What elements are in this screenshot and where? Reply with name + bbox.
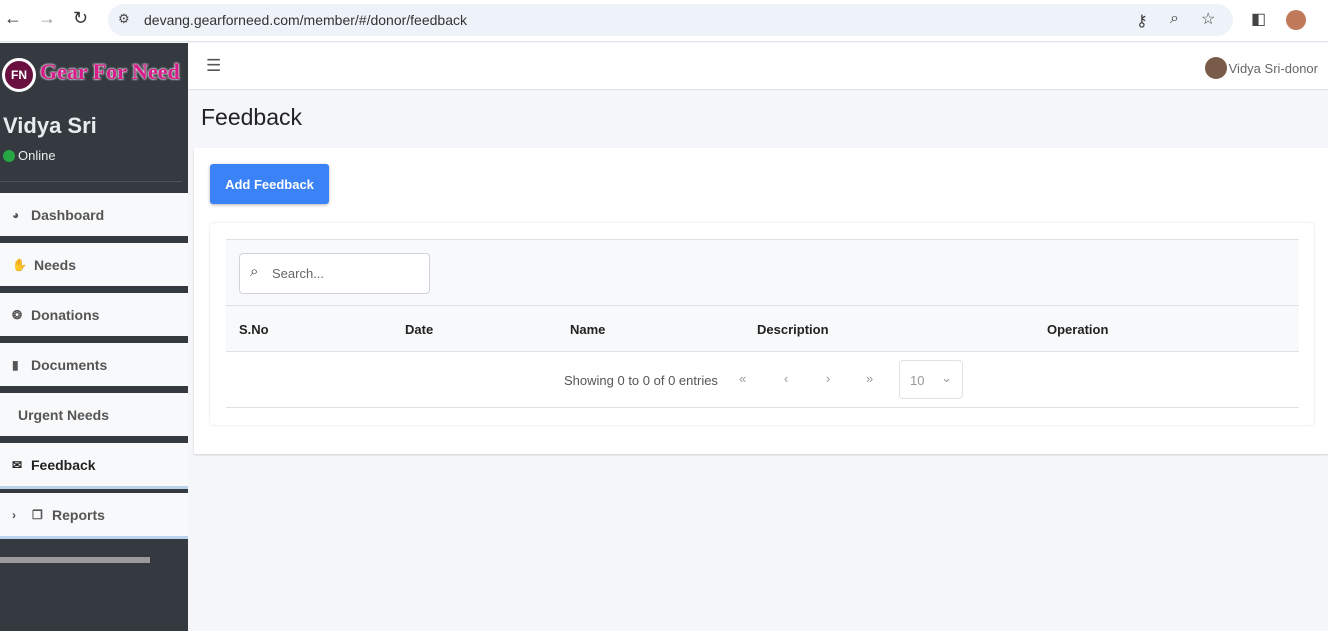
prev-page-icon[interactable]: ‹ bbox=[784, 371, 788, 386]
feedback-card: Add Feedback ⌕ Search... S.No Date Name … bbox=[194, 148, 1328, 454]
top-navbar: ☰ Vidya Sri-donor bbox=[188, 43, 1328, 90]
last-page-icon[interactable]: » bbox=[866, 371, 873, 386]
sidebar-item-documents[interactable]: ▮ Documents bbox=[0, 343, 188, 389]
user-menu[interactable]: Vidya Sri-donor bbox=[1204, 57, 1318, 79]
side-panel-icon[interactable]: ◧ bbox=[1251, 9, 1266, 29]
sidebar-item-dashboard[interactable]: ◕ Dashboard bbox=[0, 193, 188, 239]
column-header[interactable]: Description bbox=[757, 322, 829, 337]
sidebar-item-label: Urgent Needs bbox=[18, 406, 110, 423]
column-header[interactable]: Name bbox=[570, 322, 605, 337]
sidebar-item-label: Needs bbox=[34, 256, 77, 273]
sidebar-item-feedback[interactable]: ✉ Feedback bbox=[0, 443, 188, 489]
first-page-icon[interactable]: « bbox=[739, 371, 746, 386]
pie-chart-icon: ◕ bbox=[12, 207, 20, 222]
copy-icon: ❐ bbox=[32, 507, 43, 522]
add-feedback-button[interactable]: Add Feedback bbox=[210, 164, 329, 204]
column-header[interactable]: Operation bbox=[1047, 322, 1108, 337]
reload-icon[interactable]: ↻ bbox=[73, 8, 88, 29]
online-dot-icon bbox=[3, 150, 15, 162]
sidebar-item-reports[interactable]: › ❐ Reports bbox=[0, 493, 188, 539]
page-size-select[interactable]: 10 ⌄ bbox=[899, 360, 963, 399]
column-header[interactable]: S.No bbox=[239, 322, 269, 337]
sidebar: FN Gear For Need Vidya Sri Online ◕ Dashb… bbox=[0, 43, 188, 631]
sidebar-item-donations[interactable]: ❂ Donations bbox=[0, 293, 188, 339]
profile-avatar[interactable] bbox=[1286, 10, 1306, 30]
key-icon[interactable]: ⚷ bbox=[1136, 11, 1148, 31]
logo-icon[interactable]: FN bbox=[2, 58, 36, 92]
file-icon: ▮ bbox=[12, 357, 19, 372]
site-settings-icon[interactable]: ⚙ bbox=[118, 11, 130, 27]
logo[interactable]: Gear For Need bbox=[40, 59, 180, 85]
table-header: S.No Date Name Description Operation bbox=[226, 306, 1299, 352]
page-title: Feedback bbox=[201, 104, 303, 130]
sidebar-item-label: Feedback bbox=[31, 456, 96, 473]
next-page-icon[interactable]: › bbox=[826, 371, 830, 386]
user-name: Vidya Sri bbox=[3, 113, 97, 138]
search-input[interactable]: ⌕ Search... bbox=[239, 253, 430, 294]
browser-toolbar: ← → ↻ ⚙ devang.gearforneed.com/member/#/… bbox=[0, 0, 1328, 42]
user-label: Vidya Sri-donor bbox=[1228, 61, 1318, 76]
sidebar-item-label: Reports bbox=[52, 506, 105, 523]
sidebar-item-label: Dashboard bbox=[31, 206, 105, 223]
envelope-icon: ✉ bbox=[12, 457, 23, 472]
chevron-right-icon: › bbox=[12, 507, 16, 522]
sidebar-menu: ◕ Dashboard ✋ Needs ❂ Donations ▮ Documents … bbox=[0, 193, 188, 543]
forward-icon[interactable]: → bbox=[38, 8, 56, 29]
sidebar-item-needs[interactable]: ✋ Needs bbox=[0, 243, 188, 289]
address-bar[interactable]: ⚙ devang.gearforneed.com/member/#/donor/… bbox=[108, 4, 1233, 36]
search-icon: ⌕ bbox=[250, 263, 259, 280]
sidebar-item-label: Donations bbox=[31, 306, 100, 323]
hamburger-menu-icon[interactable]: ☰ bbox=[206, 56, 221, 76]
avatar bbox=[1204, 57, 1227, 79]
column-header[interactable]: Date bbox=[405, 322, 433, 337]
entries-info: Showing 0 to 0 of 0 entries bbox=[564, 373, 718, 388]
hand-holding-icon: ✋ bbox=[12, 257, 27, 272]
table-toolbar: ⌕ Search... bbox=[226, 239, 1299, 306]
star-icon[interactable]: ☆ bbox=[1201, 9, 1215, 29]
sidebar-scrollbar[interactable] bbox=[0, 557, 150, 563]
chevron-down-icon: ⌄ bbox=[941, 370, 952, 385]
table-pagination: Showing 0 to 0 of 0 entries « ‹ › » 10 ⌄ bbox=[226, 352, 1299, 408]
search-placeholder: Search... bbox=[272, 266, 325, 281]
status-text: Online bbox=[18, 148, 56, 163]
divider bbox=[0, 181, 182, 182]
back-icon[interactable]: ← bbox=[4, 8, 22, 29]
sidebar-item-urgent-needs[interactable]: Urgent Needs bbox=[0, 393, 188, 439]
page-size-value: 10 bbox=[910, 373, 925, 388]
feedback-table: ⌕ Search... S.No Date Name Description O… bbox=[226, 239, 1299, 409]
url-text: devang.gearforneed.com/member/#/donor/fe… bbox=[144, 12, 467, 28]
zoom-icon[interactable]: ⌕ bbox=[1170, 10, 1179, 28]
user-status: Online bbox=[3, 148, 56, 163]
table-container: ⌕ Search... S.No Date Name Description O… bbox=[210, 223, 1314, 425]
sidebar-item-label: Documents bbox=[31, 356, 108, 373]
donate-icon: ❂ bbox=[12, 307, 23, 322]
